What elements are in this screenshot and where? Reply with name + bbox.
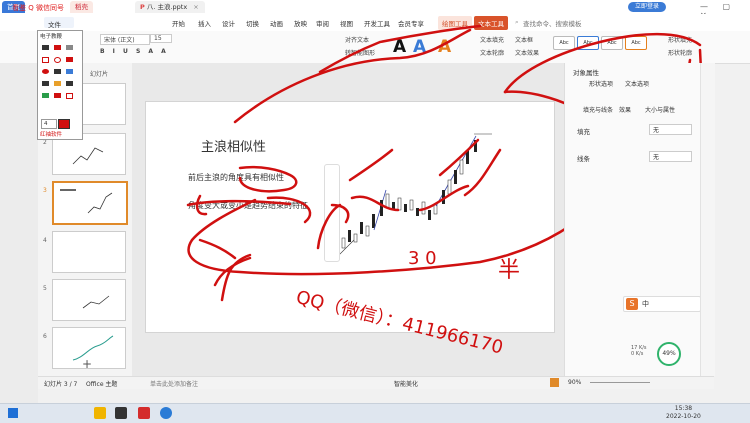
wps-icon[interactable]: [138, 407, 150, 419]
rect-icon[interactable]: [42, 57, 49, 63]
theme-name: Office 主题: [86, 381, 118, 388]
pane-title: 对象属性: [573, 69, 599, 77]
pen-tool-palette[interactable]: 电子教鞭 4 红袖软件: [37, 30, 83, 140]
play-slideshow-icon[interactable]: [550, 378, 559, 387]
handwritten-char: 半: [498, 258, 521, 283]
browser-icon[interactable]: [160, 407, 172, 419]
sogou-icon: S: [626, 298, 638, 310]
filled-ellipse-icon[interactable]: [42, 69, 49, 74]
ime-mode[interactable]: 中: [642, 299, 649, 309]
arrow-icon[interactable]: [54, 69, 61, 74]
zoom-slider[interactable]: [590, 382, 650, 383]
line-label: 线条: [577, 155, 590, 163]
start-icon[interactable]: [8, 408, 18, 418]
right-sidebar-icons[interactable]: [700, 63, 715, 376]
highlighter-icon[interactable]: [54, 45, 61, 50]
ime-toolbar[interactable]: S 中: [623, 296, 701, 312]
spotlight-icon[interactable]: [54, 81, 61, 86]
property-pane: 对象属性 形状选项 文本选项 填充与线条 效果 大小与属性 填充 无 线条 无 …: [564, 63, 701, 376]
eraser-icon[interactable]: [66, 45, 73, 50]
taskbar: 15:38 2022-10-20: [0, 403, 750, 423]
hex-icon[interactable]: [66, 93, 73, 99]
clock-time: 15:38: [674, 405, 693, 412]
save-icon[interactable]: [42, 93, 49, 98]
subtab-size[interactable]: 大小与属性: [645, 105, 675, 114]
slide-counter: 幻灯片 3 / 7: [44, 381, 78, 388]
ellipse-icon[interactable]: [54, 57, 61, 63]
clear-icon[interactable]: [54, 93, 61, 98]
clock: 15:38 2022-10-20: [666, 405, 701, 421]
pen-size-select[interactable]: 4: [41, 119, 57, 129]
download-speed: 0 K/s: [631, 351, 644, 357]
screen-icon[interactable]: [66, 81, 73, 86]
handwritten-number: 3 0: [408, 248, 437, 269]
app-icon[interactable]: [115, 407, 127, 419]
line-select[interactable]: 无: [649, 151, 692, 162]
tab-shape-options[interactable]: 形状选项: [589, 79, 613, 88]
subtab-fill-line[interactable]: 填充与线条: [583, 105, 613, 114]
tab-text-options[interactable]: 文本选项: [625, 79, 649, 88]
app-icon[interactable]: [94, 407, 106, 419]
network-speed: 17 K/s 0 K/s: [631, 345, 647, 357]
clock-date: 2022-10-20: [666, 413, 701, 420]
filled-rect-icon[interactable]: [66, 57, 73, 62]
status-bar: 幻灯片 3 / 7 Office 主题 单击此处添加备注 智能美化 90%: [38, 376, 714, 389]
fill-select[interactable]: 无: [649, 124, 692, 135]
text-tool-icon[interactable]: [42, 81, 49, 86]
smart-beautify-button[interactable]: 智能美化: [394, 379, 418, 388]
pen-icon[interactable]: [42, 45, 49, 50]
subtab-effect[interactable]: 效果: [619, 105, 631, 114]
pen-tool-title: 电子教鞭: [40, 34, 63, 40]
notes-placeholder[interactable]: 单击此处添加备注: [150, 379, 198, 388]
pen-tool-footer: 红袖软件: [40, 132, 63, 138]
performance-badge[interactable]: 49%: [657, 342, 681, 366]
line-icon[interactable]: [66, 69, 73, 74]
fill-label: 填充: [577, 128, 590, 136]
zoom-level[interactable]: 90%: [568, 379, 581, 386]
pen-color-swatch[interactable]: [58, 119, 70, 129]
